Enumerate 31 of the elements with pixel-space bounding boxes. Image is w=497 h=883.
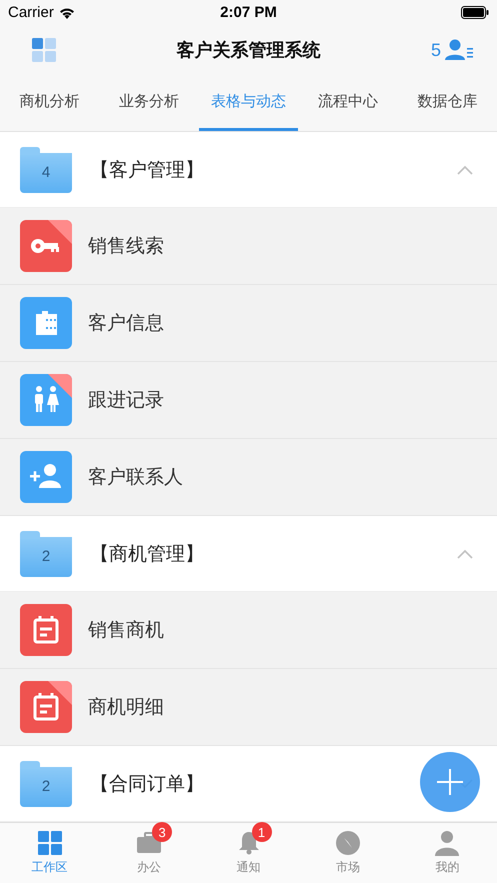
count-badge: 1 (252, 822, 272, 842)
folder-icon: 2 (20, 760, 72, 806)
item-label: 客户联系人 (88, 465, 183, 490)
item-label: 销售商机 (88, 618, 164, 643)
carrier-text: Carrier (8, 4, 54, 21)
clock-text: 2:07 PM (220, 4, 277, 21)
item-label: 销售线索 (88, 234, 164, 259)
folder-icon: 2 (20, 530, 72, 576)
app-title: 客户关系管理系统 (176, 39, 320, 62)
group-title: 【客户管理】 (90, 158, 204, 182)
count-badge: 3 (152, 822, 172, 842)
list-item[interactable]: 客户信息 (0, 285, 497, 362)
list-item[interactable]: 销售线索 (0, 208, 497, 285)
folder-icon: 4 (20, 146, 72, 192)
list-item[interactable]: 商机明细 (0, 669, 497, 746)
tab[interactable]: 商机分析 (0, 75, 100, 131)
tab[interactable]: 流程中心 (298, 75, 398, 131)
group-title: 【合同订单】 (90, 772, 204, 796)
tab[interactable]: 数据仓库 (398, 75, 497, 131)
nav-tab[interactable]: 1 通知 (198, 823, 298, 883)
list-item[interactable]: 跟进记录 (0, 362, 497, 439)
item-label: 商机明细 (88, 695, 164, 720)
list-item[interactable]: 客户联系人 (0, 439, 497, 516)
user-count: 5 (430, 40, 441, 60)
list-item[interactable]: 销售商机 (0, 592, 497, 669)
tab[interactable]: 业务分析 (99, 75, 199, 131)
item-label: 跟进记录 (88, 388, 164, 413)
item-label: 客户信息 (88, 311, 164, 336)
group-title: 【商机管理】 (90, 542, 204, 566)
nav-tab[interactable]: 我的 (398, 823, 497, 883)
nav-tab[interactable]: 3 办公 (99, 823, 199, 883)
